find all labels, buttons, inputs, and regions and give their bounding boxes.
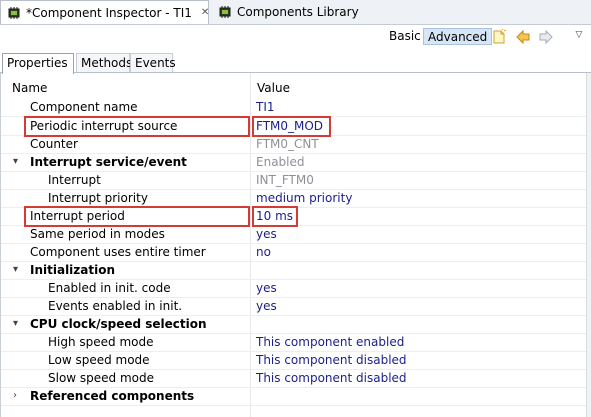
property-name: Counter [30,137,78,151]
property-value[interactable]: yes [256,227,277,241]
property-row[interactable]: Same period in modes yes [1,225,587,244]
property-name: Component uses entire timer [30,245,206,259]
property-row[interactable]: Slow speed mode This component disabled [1,369,587,388]
property-value[interactable]: yes [256,299,277,313]
property-row[interactable]: Component name TI1 [1,98,587,117]
property-group-row[interactable]: ▾ Initialization [1,261,587,280]
close-tab-icon[interactable]: ✕ [201,7,209,18]
back-arrow-icon[interactable] [515,29,531,45]
tab-component-inspector-label: *Component Inspector - TI1 [26,5,192,20]
view-menu-icon[interactable]: ▽ [572,28,586,42]
tab-component-inspector[interactable]: *Component Inspector - TI1 ✕ [0,0,209,24]
advanced-mode-button[interactable]: Advanced [423,28,493,45]
property-row[interactable]: Interrupt INT_FTM0 [1,171,587,190]
new-note-icon[interactable] [491,29,507,45]
basic-mode-button[interactable]: Basic [385,28,425,45]
property-row[interactable]: High speed mode This component enabled [1,333,587,352]
name-column-header[interactable]: Name [12,81,47,95]
property-value: INT_FTM0 [256,173,314,187]
editor-tab-bar: *Component Inspector - TI1 ✕ Components … [0,0,591,25]
inspector-toolbar: Basic Advanced ▽ [0,25,591,48]
tab-events[interactable]: Events [130,53,176,72]
property-value[interactable]: yes [256,281,277,295]
property-value[interactable]: medium priority [256,191,352,205]
property-tab-bar: Properties Methods Events [0,51,591,74]
property-name: Same period in modes [30,227,165,241]
property-name: Enabled in init. code [48,281,171,295]
property-name: Interrupt priority [48,191,148,205]
property-row[interactable]: Component uses entire timer no [1,243,587,262]
property-name: Interrupt [48,173,101,187]
tab-components-library-label: Components Library [237,5,359,19]
property-value[interactable]: no [256,245,271,259]
highlight-box [252,206,298,227]
property-group-row[interactable]: ▾ CPU clock/speed selection [1,315,587,334]
property-name: Component name [30,100,138,114]
property-row[interactable]: Events enabled in init. yes [1,297,587,316]
grid-header: Name Value [1,73,587,97]
tab-components-library[interactable]: Components Library [212,0,359,24]
tab-methods[interactable]: Methods [76,53,132,72]
property-value[interactable]: This component disabled [256,371,407,385]
property-group-name: Referenced components [30,389,195,403]
expand-chevron-icon[interactable]: ▾ [13,264,18,275]
property-row[interactable]: Counter FTM0_CNT [1,135,587,154]
component-icon [8,6,20,19]
property-row[interactable]: Low speed mode This component disabled [1,351,587,370]
property-value: FTM0_CNT [256,137,319,151]
vertical-scrollbar[interactable] [586,73,591,417]
value-column-header[interactable]: Value [257,81,290,95]
property-group-name: Interrupt service/event [30,155,187,169]
property-row[interactable]: Enabled in init. code yes [1,279,587,298]
expand-chevron-icon[interactable]: ▾ [13,318,18,329]
property-group-row[interactable]: › Referenced components [1,387,587,406]
expand-chevron-icon[interactable]: ▾ [13,156,18,167]
highlight-box [252,116,331,137]
property-group-name: Initialization [30,263,116,277]
property-name: Low speed mode [48,353,150,367]
property-group-row[interactable]: ▾ Interrupt service/event Enabled [1,153,587,172]
property-group-name: CPU clock/speed selection [30,317,207,331]
property-value[interactable]: This component disabled [256,353,407,367]
forward-arrow-icon[interactable] [538,29,554,45]
highlight-box [24,116,250,137]
property-value[interactable]: TI1 [256,100,275,114]
property-value: Enabled [256,155,305,169]
tab-properties[interactable]: Properties [2,53,74,74]
property-name: Slow speed mode [48,371,155,385]
property-value[interactable]: This component enabled [256,335,404,349]
property-name: Events enabled in init. [48,299,183,313]
component-icon [219,6,231,18]
property-name: High speed mode [48,335,154,349]
property-grid: Name Value Component name TI1 Periodic i… [0,73,591,417]
collapse-chevron-icon[interactable]: › [13,390,17,401]
highlight-box [24,206,250,227]
